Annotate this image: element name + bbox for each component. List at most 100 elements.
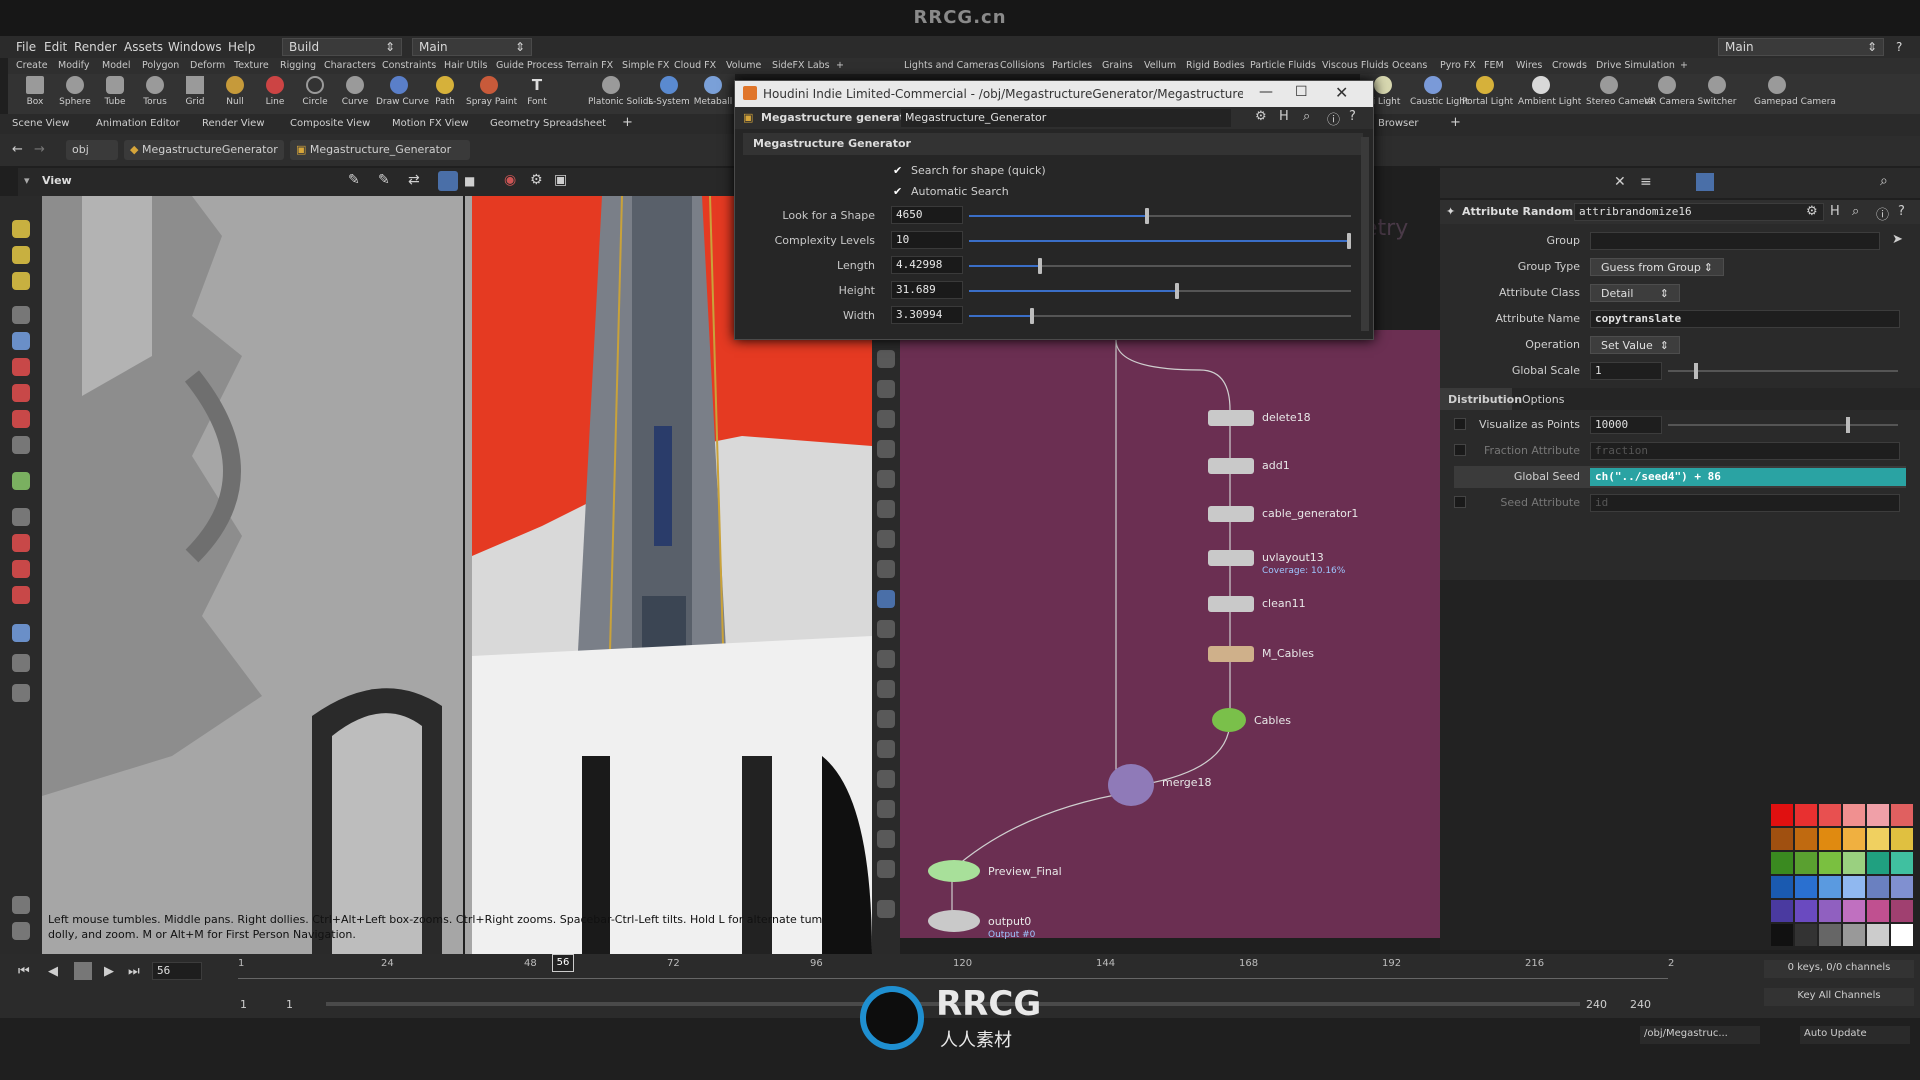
- tab-composite-view[interactable]: Composite View: [290, 118, 370, 129]
- slider-knob[interactable]: [1144, 208, 1149, 224]
- search-icon[interactable]: ⌕: [1880, 173, 1888, 189]
- shelf-tab[interactable]: Wires: [1516, 60, 1542, 71]
- color-swatch[interactable]: [1771, 900, 1793, 922]
- draw-curve-tool[interactable]: Draw Curve: [376, 76, 429, 107]
- height-slider[interactable]: [969, 283, 1351, 299]
- color-swatch[interactable]: [1819, 876, 1841, 898]
- platonic-solids-tool[interactable]: Platonic Solids: [588, 76, 653, 107]
- tool-icon[interactable]: [12, 508, 30, 526]
- tool-icon[interactable]: [12, 654, 30, 672]
- color-swatch[interactable]: [1867, 900, 1889, 922]
- shelf-tab[interactable]: Volume: [726, 60, 761, 71]
- camera-icon[interactable]: ⚙: [530, 172, 543, 188]
- grid-view-icon[interactable]: [1696, 173, 1714, 191]
- global-seed-expression[interactable]: ch("../seed4") + 86: [1590, 468, 1906, 486]
- shelf-tab[interactable]: Texture: [234, 60, 269, 71]
- desktop-dropdown[interactable]: Build ⇕: [282, 38, 402, 56]
- tool-icon[interactable]: [877, 530, 895, 548]
- key-all-channels-button[interactable]: Key All Channels: [1764, 988, 1914, 1006]
- color-swatch[interactable]: [1843, 876, 1865, 898]
- display-icon[interactable]: ■: [464, 174, 475, 188]
- jump-end-icon[interactable]: ⏭: [128, 964, 140, 979]
- shelf-tab[interactable]: Particles: [1052, 60, 1092, 71]
- shelf-tab[interactable]: Polygon: [142, 60, 179, 71]
- add-shelf-icon[interactable]: +: [836, 60, 844, 71]
- path-tool[interactable]: Path: [422, 76, 468, 107]
- tool-icon[interactable]: [12, 272, 30, 290]
- tool-icon[interactable]: [12, 624, 30, 642]
- shelf-tab[interactable]: Pyro FX: [1440, 60, 1476, 71]
- status-path[interactable]: /obj/Megastruc...: [1640, 1026, 1760, 1044]
- shelf-tab[interactable]: Drive Simulation: [1596, 60, 1675, 71]
- render-icon[interactable]: ▣: [554, 172, 567, 188]
- tab-render-view[interactable]: Render View: [202, 118, 265, 129]
- stop-icon[interactable]: [74, 962, 92, 980]
- color-swatch[interactable]: [1819, 924, 1841, 946]
- color-swatch[interactable]: [1843, 924, 1865, 946]
- shelf-tab[interactable]: Vellum: [1144, 60, 1176, 71]
- color-swatch[interactable]: [1819, 900, 1841, 922]
- width-field[interactable]: 3.30994: [891, 306, 963, 324]
- color-swatch[interactable]: [1867, 852, 1889, 874]
- auto-update-menu[interactable]: Auto Update: [1800, 1026, 1910, 1044]
- slider-knob[interactable]: [1030, 308, 1035, 324]
- playhead[interactable]: 56: [552, 954, 574, 972]
- global-scale-slider[interactable]: [1668, 363, 1898, 379]
- color-swatch[interactable]: [1771, 804, 1793, 826]
- color-swatch[interactable]: [1843, 804, 1865, 826]
- shelf-tab[interactable]: Deform: [190, 60, 225, 71]
- jump-start-icon[interactable]: ⏮: [18, 964, 30, 979]
- record-icon[interactable]: ◉: [504, 172, 516, 188]
- add-shelf-icon[interactable]: +: [1680, 60, 1688, 71]
- tab-geometry-spreadsheet[interactable]: Geometry Spreadsheet: [490, 118, 606, 129]
- wrench-icon[interactable]: ✕: [1614, 174, 1626, 190]
- help-icon[interactable]: ?: [1896, 40, 1902, 54]
- color-swatch[interactable]: [1795, 852, 1817, 874]
- complexity-levels-field[interactable]: 10: [891, 231, 963, 249]
- shelf-tab[interactable]: Characters: [324, 60, 376, 71]
- color-swatch[interactable]: [1819, 828, 1841, 850]
- tool-icon[interactable]: [877, 590, 895, 608]
- path-root[interactable]: obj: [66, 140, 118, 160]
- path-node[interactable]: ◆ MegastructureGenerator: [124, 140, 284, 160]
- play-icon[interactable]: ▶: [104, 964, 114, 979]
- tool-icon[interactable]: [12, 246, 30, 264]
- view-label[interactable]: View: [42, 174, 72, 187]
- range-start2[interactable]: 1: [286, 998, 293, 1011]
- color-swatch[interactable]: [1867, 924, 1889, 946]
- check-icon[interactable]: ✔: [893, 164, 902, 177]
- menu-edit[interactable]: Edit: [44, 40, 67, 54]
- shelf-tab[interactable]: Modify: [58, 60, 89, 71]
- toggle-search-quick[interactable]: Search for shape (quick): [911, 164, 1046, 177]
- tool-icon[interactable]: [877, 800, 895, 818]
- shelf-tab[interactable]: Oceans: [1392, 60, 1427, 71]
- color-swatch[interactable]: [1867, 804, 1889, 826]
- tool-icon[interactable]: [877, 830, 895, 848]
- tool-icon[interactable]: [877, 560, 895, 578]
- tool-icon[interactable]: [877, 860, 895, 878]
- tool-icon[interactable]: [12, 436, 30, 454]
- stereo-camera-tool[interactable]: Stereo Camera: [1586, 76, 1654, 107]
- tool-icon[interactable]: [12, 410, 30, 428]
- tool-icon[interactable]: [877, 500, 895, 518]
- menu-assets[interactable]: Assets: [124, 40, 163, 54]
- shelf-tab[interactable]: Model: [102, 60, 131, 71]
- length-field[interactable]: 4.42998: [891, 256, 963, 274]
- operation-menu[interactable]: Set Value ⇕: [1590, 336, 1680, 354]
- info-icon[interactable]: ⓘ: [1876, 204, 1889, 223]
- tool-icon[interactable]: [877, 470, 895, 488]
- switcher-tool[interactable]: Switcher: [1694, 76, 1740, 107]
- shelf-tab[interactable]: Cloud FX: [674, 60, 716, 71]
- handle-icon[interactable]: ✎: [348, 172, 360, 188]
- slider-knob[interactable]: [1846, 417, 1850, 433]
- add-tab-icon[interactable]: +: [622, 115, 633, 130]
- lock-icon[interactable]: [12, 332, 30, 350]
- help-h-icon[interactable]: H: [1830, 204, 1840, 219]
- color-swatch[interactable]: [1795, 828, 1817, 850]
- shelf-tab[interactable]: SideFX Labs: [772, 60, 830, 71]
- tool-icon[interactable]: [12, 922, 30, 940]
- shelf-tab[interactable]: Rigging: [280, 60, 316, 71]
- tool-icon[interactable]: [877, 350, 895, 368]
- range-end[interactable]: 240: [1586, 998, 1607, 1011]
- play-reverse-icon[interactable]: ◀: [48, 964, 58, 979]
